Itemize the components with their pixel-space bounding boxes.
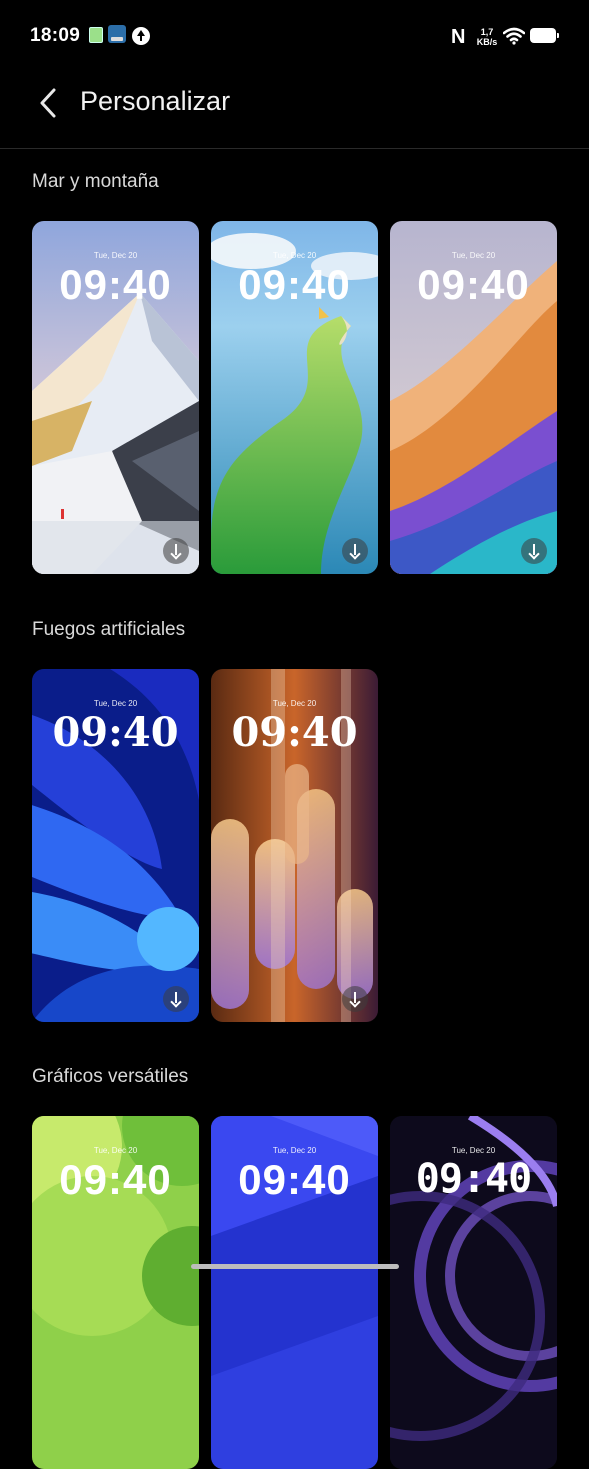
network-speed: 1,7 KB/s (476, 27, 498, 47)
lockscreen-clock: 09:40 (238, 1156, 351, 1203)
download-icon[interactable] (521, 538, 547, 564)
lockscreen-date: Tue, Dec 20 (272, 1146, 317, 1155)
wallpaper-card-light-bars[interactable]: Tue, Dec 20 09:40 (211, 669, 378, 1022)
download-icon[interactable] (342, 538, 368, 564)
download-icon[interactable] (163, 986, 189, 1012)
download-icon[interactable] (163, 538, 189, 564)
lockscreen-date: Tue, Dec 20 (93, 699, 138, 708)
lockscreen-date: Tue, Dec 20 (272, 251, 317, 260)
wallpaper-card-mountain[interactable]: Tue, Dec 20 09:40 (32, 221, 199, 574)
lockscreen-clock: 09:40 (238, 261, 351, 308)
lockscreen-date: Tue, Dec 20 (272, 699, 317, 708)
wallpaper-card-purple-arcs[interactable]: Tue, Dec 20 09:40 (390, 1116, 557, 1469)
battery-icon (530, 28, 559, 43)
lockscreen-date: Tue, Dec 20 (93, 251, 138, 260)
lockscreen-clock: 09:40 (59, 1156, 172, 1203)
lockscreen-clock: 09:40 (415, 1156, 532, 1202)
back-arrow-icon[interactable] (34, 86, 64, 120)
page-title: Personalizar (80, 86, 231, 116)
app-header: Personalizar (0, 72, 589, 149)
lockscreen-clock: 09:40 (59, 261, 172, 308)
nfc-icon: N (451, 26, 466, 48)
lockscreen-clock: 09:40 (52, 709, 179, 756)
lockscreen-date: Tue, Dec 20 (451, 1146, 496, 1155)
status-bar: 18:09 N 1,7 KB/s (0, 0, 589, 72)
section-title-graficos-versatiles: Gráficos versátiles (32, 1066, 189, 1087)
download-icon[interactable] (342, 986, 368, 1012)
wifi-icon (503, 27, 525, 45)
lockscreen-clock: 09:40 (417, 261, 530, 308)
wallpaper-card-blue-facets[interactable]: Tue, Dec 20 09:40 (211, 1116, 378, 1469)
home-indicator[interactable] (191, 1264, 399, 1269)
wallpaper-card-green-circles[interactable]: Tue, Dec 20 09:40 (32, 1116, 199, 1469)
wallpaper-card-island[interactable]: Tue, Dec 20 09:40 (211, 221, 378, 574)
lockscreen-date: Tue, Dec 20 (93, 1146, 138, 1155)
photo-notification-icon (89, 27, 103, 43)
lockscreen-date: Tue, Dec 20 (451, 251, 496, 260)
lockscreen-clock: 09:40 (231, 709, 358, 756)
wallpaper-card-blue-petals[interactable]: Tue, Dec 20 09:40 (32, 669, 199, 1022)
wallpaper-card-waves[interactable]: Tue, Dec 20 09:40 (390, 221, 557, 574)
section-title-mar-y-montana: Mar y montaña (32, 171, 159, 192)
network-speed-unit: KB/s (476, 37, 498, 47)
upload-notification-icon (132, 27, 150, 45)
app-notification-icon (108, 25, 126, 43)
status-time: 18:09 (30, 25, 81, 46)
section-title-fuegos-artificiales: Fuegos artificiales (32, 619, 186, 640)
network-speed-value: 1,7 (480, 27, 494, 37)
